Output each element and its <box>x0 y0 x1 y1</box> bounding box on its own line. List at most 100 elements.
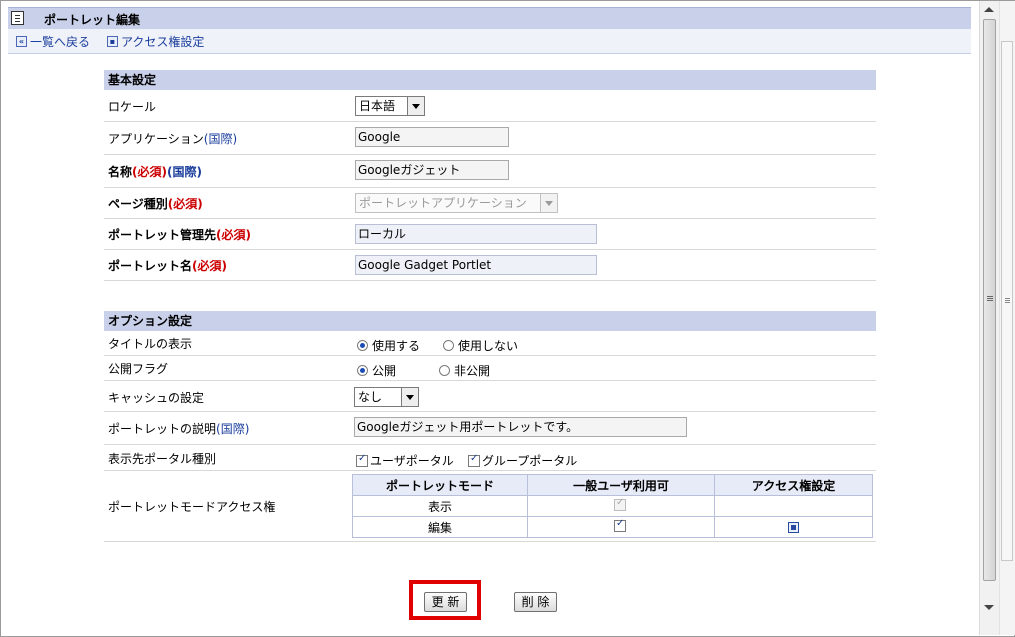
delete-button[interactable]: 削 除 <box>514 592 557 612</box>
column-header-mode: ポートレットモード <box>352 474 528 496</box>
checkbox-icon <box>614 497 626 511</box>
grip-icon <box>1005 298 1010 299</box>
locale-label: ロケール <box>108 100 157 114</box>
title-display-on-label: 使用する <box>372 339 421 353</box>
portlet-name-label: ポートレット名(必須) <box>108 257 227 274</box>
application-label-text: アプリケーション <box>108 132 204 146</box>
chevron-down-icon <box>540 194 557 212</box>
title-display-off-radio[interactable]: 使用しない <box>443 337 518 354</box>
description-label: ポートレットの説明(国際) <box>108 420 249 437</box>
publish-off-radio[interactable]: 非公開 <box>439 362 490 379</box>
table-row: 表示 <box>352 495 873 517</box>
general-user-view-checkbox <box>614 497 628 511</box>
option-settings-header: オプション設定 <box>104 311 876 331</box>
double-left-arrow-icon: « <box>16 36 27 47</box>
grip-icon <box>987 296 993 297</box>
access-settings-cell-edit <box>714 516 873 538</box>
checkbox-icon <box>614 518 626 532</box>
locale-value: 日本語 <box>359 99 396 113</box>
name-intl-link[interactable]: (国際) <box>167 165 202 179</box>
title-display-off-label: 使用しない <box>458 339 519 353</box>
cache-value: なし <box>358 390 383 404</box>
portlet-name-required-mark: (必須) <box>192 259 227 273</box>
user-portal-checkbox[interactable]: ユーザポータル <box>356 452 454 469</box>
group-portal-checkbox[interactable]: グループポータル <box>468 452 577 469</box>
mode-access-label: ポートレットモードアクセス権 <box>108 500 276 514</box>
cache-row: キャッシュの設定 なし <box>104 381 876 412</box>
description-intl-link[interactable]: (国際) <box>216 422 249 436</box>
table-header-row: ポートレットモード 一般ユーザ利用可 アクセス権設定 <box>352 474 873 496</box>
access-settings-icon: ▪ <box>107 36 118 47</box>
page-type-row: ページ種別(必須) ポートレットアプリケーション <box>104 188 876 219</box>
description-row: ポートレットの説明(国際) Googleガジェット用ポートレットです。 <box>104 412 876 445</box>
manager-required-mark: (必須) <box>216 228 251 242</box>
scroll-up-icon[interactable] <box>984 7 994 12</box>
manager-label-text: ポートレット管理先 <box>108 228 217 242</box>
name-required-mark: (必須) <box>132 165 167 179</box>
mode-access-table: ポートレットモード 一般ユーザ利用可 アクセス権設定 表示 編集 <box>352 474 873 538</box>
name-label-text: 名称 <box>108 165 133 179</box>
application-intl-link[interactable]: (国際) <box>204 132 237 146</box>
column-header-access-settings: アクセス権設定 <box>714 474 873 496</box>
manager-label: ポートレット管理先(必須) <box>108 226 251 243</box>
page-type-label-text: ページ種別 <box>108 197 168 211</box>
publish-off-label: 非公開 <box>454 364 491 378</box>
radio-dot-icon <box>439 365 450 376</box>
publish-row: 公開フラグ 公開 非公開 <box>104 356 876 381</box>
title-display-row: タイトルの表示 使用する 使用しない <box>104 331 876 356</box>
access-settings-icon[interactable] <box>788 522 799 533</box>
chevron-down-icon <box>401 388 418 406</box>
group-portal-label: グループポータル <box>482 454 578 468</box>
update-button[interactable]: 更 新 <box>424 592 467 612</box>
radio-dot-icon <box>357 365 368 376</box>
scrollbar-thumb[interactable] <box>983 19 996 581</box>
radio-dot-icon <box>443 340 454 351</box>
access-settings-cell-view <box>714 495 873 517</box>
mode-cell-view: 表示 <box>352 495 528 517</box>
general-user-edit-checkbox[interactable] <box>614 518 628 532</box>
application-row: アプリケーション(国際) Google <box>104 122 876 155</box>
page-title: ポートレット編集 <box>44 13 141 27</box>
locale-select[interactable]: 日本語 <box>355 96 425 116</box>
name-field[interactable]: Googleガジェット <box>355 160 509 180</box>
cache-label: キャッシュの設定 <box>108 391 205 405</box>
page-header: ポートレット編集 <box>8 7 971 30</box>
general-user-cell-view <box>527 495 715 517</box>
basic-settings-header: 基本設定 <box>104 70 876 90</box>
title-display-label: タイトルの表示 <box>108 337 193 351</box>
locale-row: ロケール 日本語 <box>104 90 876 122</box>
back-to-list-link[interactable]: « 一覧へ戻る <box>16 33 90 50</box>
publish-label: 公開フラグ <box>108 362 169 376</box>
chevron-down-icon <box>407 97 424 115</box>
mode-cell-edit: 編集 <box>352 516 528 538</box>
column-header-general-user: 一般ユーザ利用可 <box>527 474 715 496</box>
publish-on-radio[interactable]: 公開 <box>357 362 396 379</box>
outer-scrollbar-thumb[interactable] <box>1001 41 1013 561</box>
scroll-down-icon[interactable] <box>984 605 994 610</box>
application-field[interactable]: Google <box>355 127 509 147</box>
description-label-text: ポートレットの説明 <box>108 422 217 436</box>
portal-type-label: 表示先ポータル種別 <box>108 452 217 466</box>
access-settings-link[interactable]: ▪ アクセス権設定 <box>107 33 204 50</box>
page-type-value: ポートレットアプリケーション <box>359 196 527 210</box>
title-display-on-radio[interactable]: 使用する <box>357 337 420 354</box>
portlet-name-field: Google Gadget Portlet <box>355 255 597 275</box>
clipboard-icon <box>11 11 24 25</box>
checkbox-icon <box>468 453 480 467</box>
publish-on-label: 公開 <box>372 364 397 378</box>
general-user-cell-edit <box>527 516 715 538</box>
checkbox-icon <box>356 453 368 467</box>
user-portal-label: ユーザポータル <box>370 454 454 468</box>
outer-scrollbar[interactable] <box>999 1 1015 635</box>
manager-field: ローカル <box>355 224 597 244</box>
page-type-select: ポートレットアプリケーション <box>355 193 558 213</box>
description-field[interactable]: Googleガジェット用ポートレットです。 <box>354 417 687 437</box>
name-label: 名称(必須)(国際) <box>108 163 202 180</box>
page-type-label: ページ種別(必須) <box>108 195 203 212</box>
radio-dot-icon <box>357 340 368 351</box>
vertical-scrollbar[interactable] <box>979 1 1000 635</box>
portlet-name-label-text: ポートレット名 <box>108 259 193 273</box>
manager-row: ポートレット管理先(必須) ローカル <box>104 219 876 250</box>
cache-select[interactable]: なし <box>354 387 419 407</box>
sub-navigation: « 一覧へ戻る ▪ アクセス権設定 <box>8 29 971 54</box>
